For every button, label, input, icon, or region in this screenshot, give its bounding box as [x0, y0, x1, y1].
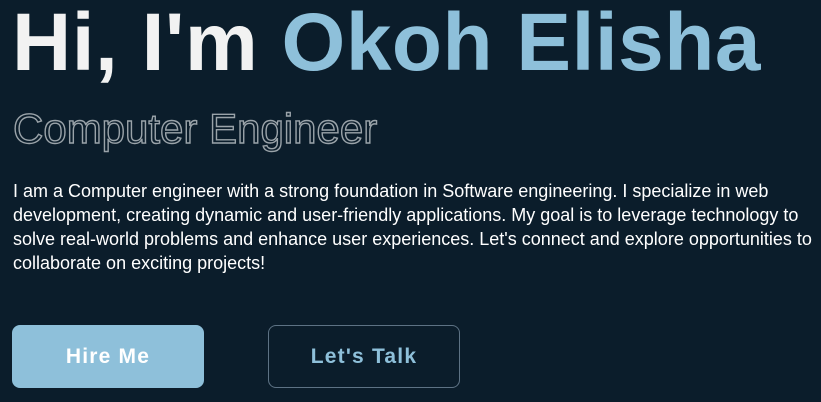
greeting-prefix: Hi, I'm — [12, 0, 282, 88]
hero-heading: Hi, I'm Okoh Elisha — [12, 0, 761, 90]
hire-me-button[interactable]: Hire Me — [12, 325, 204, 388]
hero-bio: I am a Computer engineer with a strong f… — [13, 181, 812, 273]
hero-section: Hi, I'm Okoh Elisha Computer Engineer I … — [12, 0, 817, 402]
hero-name: Okoh Elisha — [281, 0, 761, 88]
lets-talk-button[interactable]: Let's Talk — [268, 325, 460, 388]
hero-role: Computer Engineer — [12, 104, 378, 152]
